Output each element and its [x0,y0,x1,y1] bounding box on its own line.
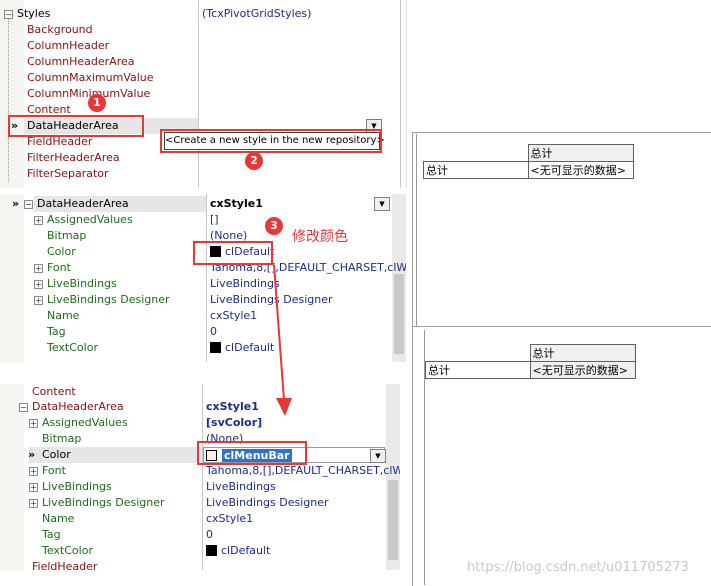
annotation-arrow [273,264,292,416]
watermark: https://blog.csdn.net/u011705273 [467,560,689,575]
